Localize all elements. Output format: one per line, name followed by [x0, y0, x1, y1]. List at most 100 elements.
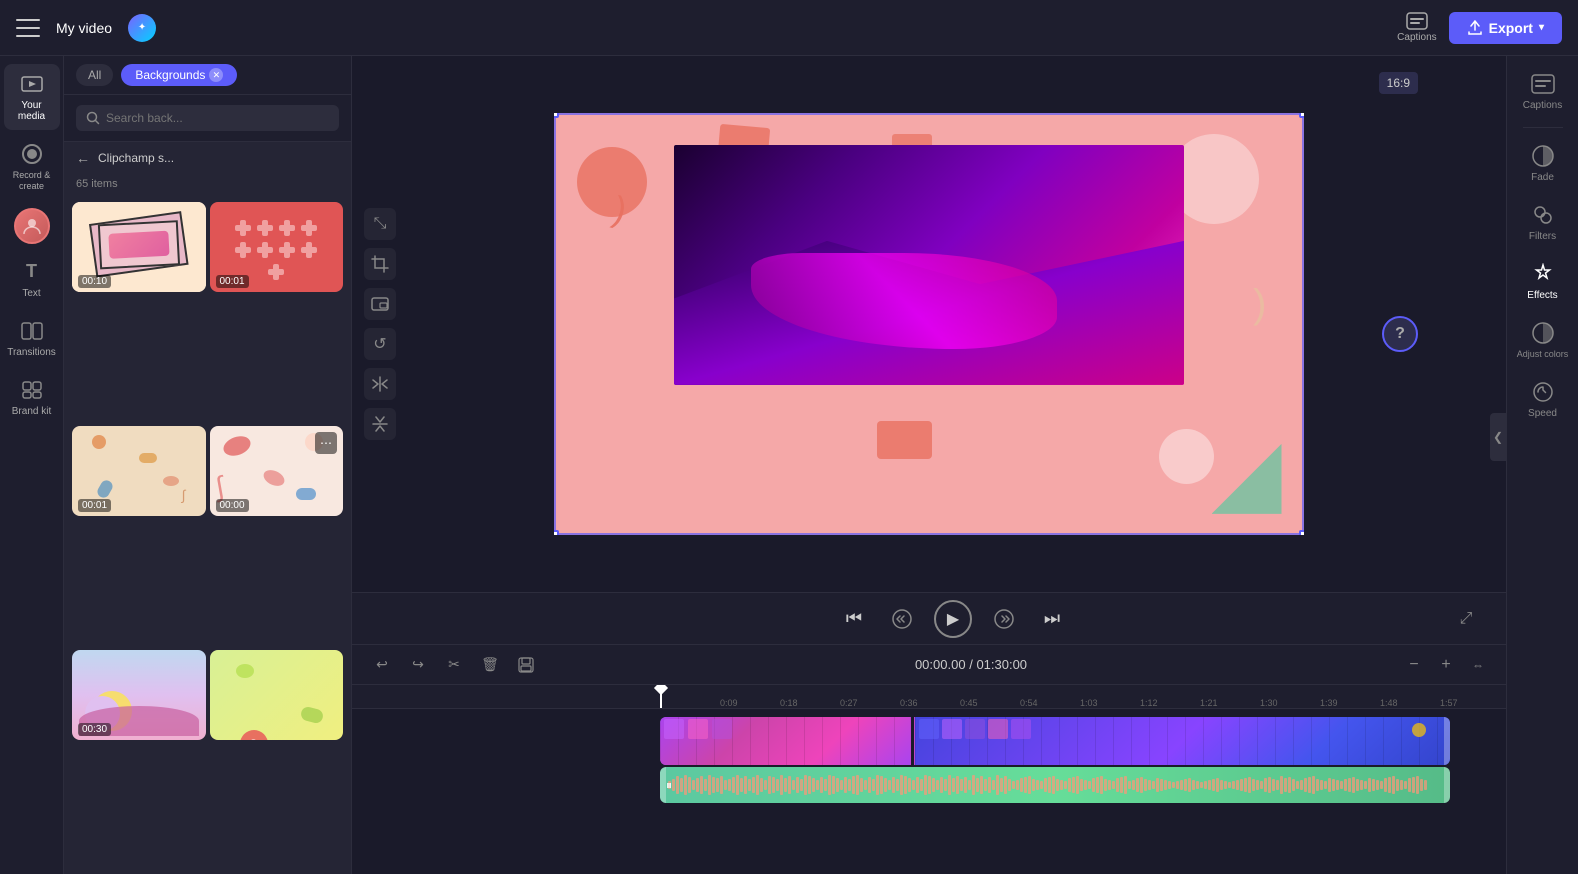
canvas-tools: ⤡ ↺ — [364, 208, 396, 440]
zoom-in-button[interactable]: + — [1434, 653, 1458, 677]
panel-back-button[interactable]: ← — [76, 150, 90, 166]
top-bar-left: My video ✦ — [16, 14, 156, 42]
item-more-button[interactable]: ⋯ — [315, 432, 337, 454]
timeline-actions: ↩ ↪ ✂ 🗑 — [368, 651, 540, 679]
audio-track-content[interactable]: ⏸ (function() { const container = docume… — [660, 767, 1450, 803]
right-tool-adjust-colors[interactable]: Adjust colors — [1513, 313, 1573, 368]
text-icon: T — [20, 260, 44, 284]
background-item[interactable]: 00:30 — [72, 650, 206, 740]
background-item[interactable]: Add to timeline 3 — [210, 650, 344, 740]
flip-v-icon — [372, 415, 388, 433]
redo-button[interactable]: ↪ — [404, 651, 432, 679]
sidebar-item-your-media[interactable]: Your media — [4, 64, 60, 130]
canvas-wrapper: ) ) — [554, 113, 1304, 535]
video-content — [674, 145, 1184, 385]
right-tool-speed[interactable]: Speed — [1513, 372, 1573, 427]
delete-button[interactable]: 🗑 — [476, 651, 504, 679]
timeline-toolbar: ↩ ↪ ✂ 🗑 00:00.00 / 01:30:00 − + ⇔ — [352, 645, 1506, 685]
timeline-area: ↩ ↪ ✂ 🗑 00:00.00 / 01:30:00 − + ⇔ — [352, 644, 1506, 874]
fit-timeline-button[interactable]: ⇔ — [1466, 653, 1490, 677]
fade-tool-icon — [1531, 144, 1555, 168]
audio-track: ⏸ (function() { const container = docume… — [352, 767, 1506, 807]
background-item[interactable]: 00:10 — [72, 202, 206, 292]
go-to-end-button[interactable]: ⏭ — [1036, 603, 1068, 635]
rewind-button[interactable] — [886, 603, 918, 635]
tab-backgrounds-close[interactable]: ✕ — [209, 68, 223, 82]
right-sidebar: Captions Fade Filters Effects Adjust co — [1506, 56, 1578, 874]
flip-h-tool-button[interactable] — [364, 368, 396, 400]
flip-v-tool-button[interactable] — [364, 408, 396, 440]
captions-icon — [1406, 12, 1428, 30]
sidebar-item-brand[interactable]: Brand kit — [4, 370, 60, 425]
right-tool-captions[interactable]: Captions — [1513, 64, 1573, 119]
cut-button[interactable]: ✂ — [440, 651, 468, 679]
export-icon — [1467, 20, 1483, 36]
filters-tool-icon — [1531, 203, 1555, 227]
export-button[interactable]: Export ▾ — [1449, 12, 1562, 44]
right-divider — [1523, 127, 1563, 128]
search-input[interactable] — [106, 111, 329, 125]
record-create-icon — [20, 142, 44, 166]
panel: All Backgrounds ✕ ← Clipchamp s... 65 it… — [64, 56, 352, 874]
video-track-label — [352, 717, 652, 765]
pause-icon: ⏸ — [666, 778, 672, 793]
effects-tool-icon — [1531, 262, 1555, 286]
zoom-out-button[interactable]: − — [1402, 653, 1426, 677]
right-tool-filters[interactable]: Filters — [1513, 195, 1573, 250]
panel-tabs: All Backgrounds ✕ — [64, 56, 351, 95]
item-duration: 00:00 — [216, 499, 249, 512]
resize-handle-tl[interactable] — [554, 113, 559, 118]
pip-tool-button[interactable] — [364, 288, 396, 320]
tab-backgrounds[interactable]: Backgrounds ✕ — [121, 64, 237, 86]
sidebar-item-transitions[interactable]: Transitions — [4, 311, 60, 366]
timeline-playhead[interactable] — [660, 685, 662, 708]
forward-button[interactable] — [988, 603, 1020, 635]
menu-button[interactable] — [16, 19, 40, 37]
audio-waveform: (function() { const container = document… — [660, 767, 1450, 803]
collapse-handle[interactable]: ❮ — [1490, 413, 1506, 461]
save-button[interactable] — [512, 651, 540, 679]
help-button[interactable]: ? — [1382, 316, 1418, 352]
background-item[interactable]: 00:01 — [210, 202, 344, 292]
track-end-handle[interactable] — [1444, 717, 1450, 765]
crop-tool-button[interactable] — [364, 248, 396, 280]
sidebar-item-record-create[interactable]: Record & create — [4, 134, 60, 200]
right-tool-fade[interactable]: Fade — [1513, 136, 1573, 191]
flip-h-icon — [371, 376, 389, 392]
undo-button[interactable]: ↩ — [368, 651, 396, 679]
right-tool-effects[interactable]: Effects — [1513, 254, 1573, 309]
pip-icon — [371, 297, 389, 311]
your-media-icon — [20, 72, 44, 96]
tab-all[interactable]: All — [76, 64, 113, 86]
export-chevron-icon: ▾ — [1539, 22, 1544, 33]
fullscreen-button[interactable]: ⤢ — [1450, 603, 1482, 635]
top-bar: My video ✦ Captions Export ▾ — [0, 0, 1578, 56]
item-duration: 00:10 — [78, 275, 111, 288]
panel-breadcrumb: ← Clipchamp s... — [64, 142, 351, 174]
play-button[interactable]: ▶ — [934, 600, 972, 638]
timeline-tracks: ⏸ (function() { const container = docume… — [352, 709, 1506, 874]
brand-icon — [20, 378, 44, 402]
resize-handle-br[interactable] — [1299, 530, 1304, 535]
background-item[interactable]: ∫ 00:01 — [72, 426, 206, 516]
sidebar-item-text[interactable]: T Text — [4, 252, 60, 307]
playback-buttons: ⏮ ▶ ⏭ — [838, 600, 1068, 638]
resize-handle-tr[interactable] — [1299, 113, 1304, 118]
go-to-start-button[interactable]: ⏮ — [838, 603, 870, 635]
crop-icon — [371, 255, 389, 273]
video-track — [352, 717, 1506, 765]
rotate-tool-button[interactable]: ↺ — [364, 328, 396, 360]
ai-tools-button[interactable]: ✦ — [128, 14, 156, 42]
transitions-icon — [20, 319, 44, 343]
background-item[interactable]: ∫ ⋯ 00:00 — [210, 426, 344, 516]
captions-tool-icon — [1531, 72, 1555, 96]
speed-tool-icon — [1531, 380, 1555, 404]
audio-end-handle[interactable] — [1444, 767, 1450, 803]
item-duration: 00:30 — [78, 723, 111, 736]
fullscreen-tool-button[interactable]: ⤡ — [364, 208, 396, 240]
video-track-content[interactable] — [660, 717, 1450, 765]
captions-button[interactable]: Captions — [1397, 12, 1436, 43]
rewind-icon — [891, 608, 913, 630]
search-bar — [64, 95, 351, 142]
resize-handle-bl[interactable] — [554, 530, 559, 535]
